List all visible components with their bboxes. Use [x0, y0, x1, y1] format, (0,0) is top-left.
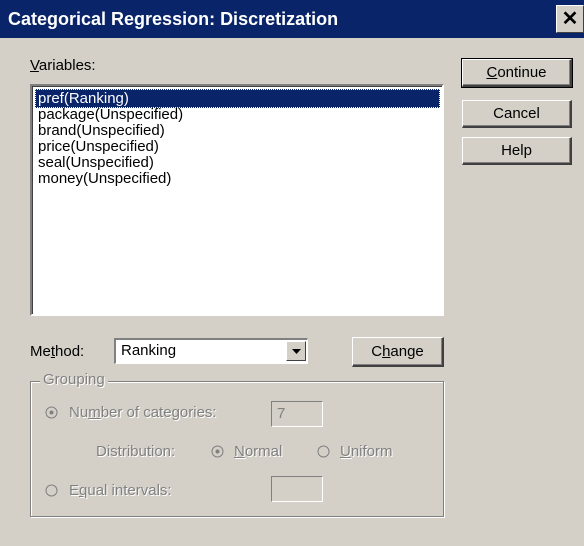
variables-list: pref(Ranking) package(Unspecified) brand(U…: [32, 86, 442, 314]
continue-button[interactable]: Continue: [461, 58, 573, 88]
equal-intervals-field[interactable]: [271, 476, 323, 502]
equal-intervals-label: Equal intervals:: [69, 482, 172, 499]
number-of-categories-label: Number of categories:: [69, 404, 217, 421]
equal-intervals-radio[interactable]: [45, 484, 58, 497]
normal-label: Normal: [234, 443, 283, 460]
variables-listbox[interactable]: pref(Ranking) package(Unspecified) brand(U…: [30, 84, 444, 316]
method-value: Ranking: [121, 342, 177, 359]
cancel-button[interactable]: Cancel: [462, 100, 572, 128]
number-of-categories-radio[interactable]: [45, 406, 58, 419]
method-label: Method:: [30, 343, 85, 360]
number-of-categories-field[interactable]: 7: [271, 401, 323, 427]
list-item[interactable]: money(Unspecified): [35, 169, 440, 188]
variables-label: Variables:: [30, 57, 96, 74]
title-bar[interactable]: Categorical Regression: Discretization ✕: [0, 0, 584, 38]
continue-label: ontinue: [497, 64, 547, 81]
grouping-legend: Grouping: [40, 371, 108, 388]
dropdown-arrow-button[interactable]: [286, 341, 306, 361]
distribution-label: Distribution:: [96, 443, 176, 460]
discretization-dialog: Categorical Regression: Discretization ✕…: [0, 0, 584, 546]
close-icon: ✕: [561, 8, 579, 30]
change-button[interactable]: Change: [352, 337, 444, 367]
normal-radio[interactable]: [211, 445, 224, 458]
help-button[interactable]: Help: [462, 137, 572, 165]
variables-label-rest: ariables:: [38, 57, 96, 74]
close-button[interactable]: ✕: [556, 5, 584, 33]
window-title: Categorical Regression: Discretization: [8, 9, 339, 29]
method-dropdown[interactable]: Ranking: [114, 338, 308, 364]
uniform-label: Uniform: [340, 443, 393, 460]
chevron-down-icon: [292, 349, 301, 354]
uniform-radio[interactable]: [317, 445, 330, 458]
